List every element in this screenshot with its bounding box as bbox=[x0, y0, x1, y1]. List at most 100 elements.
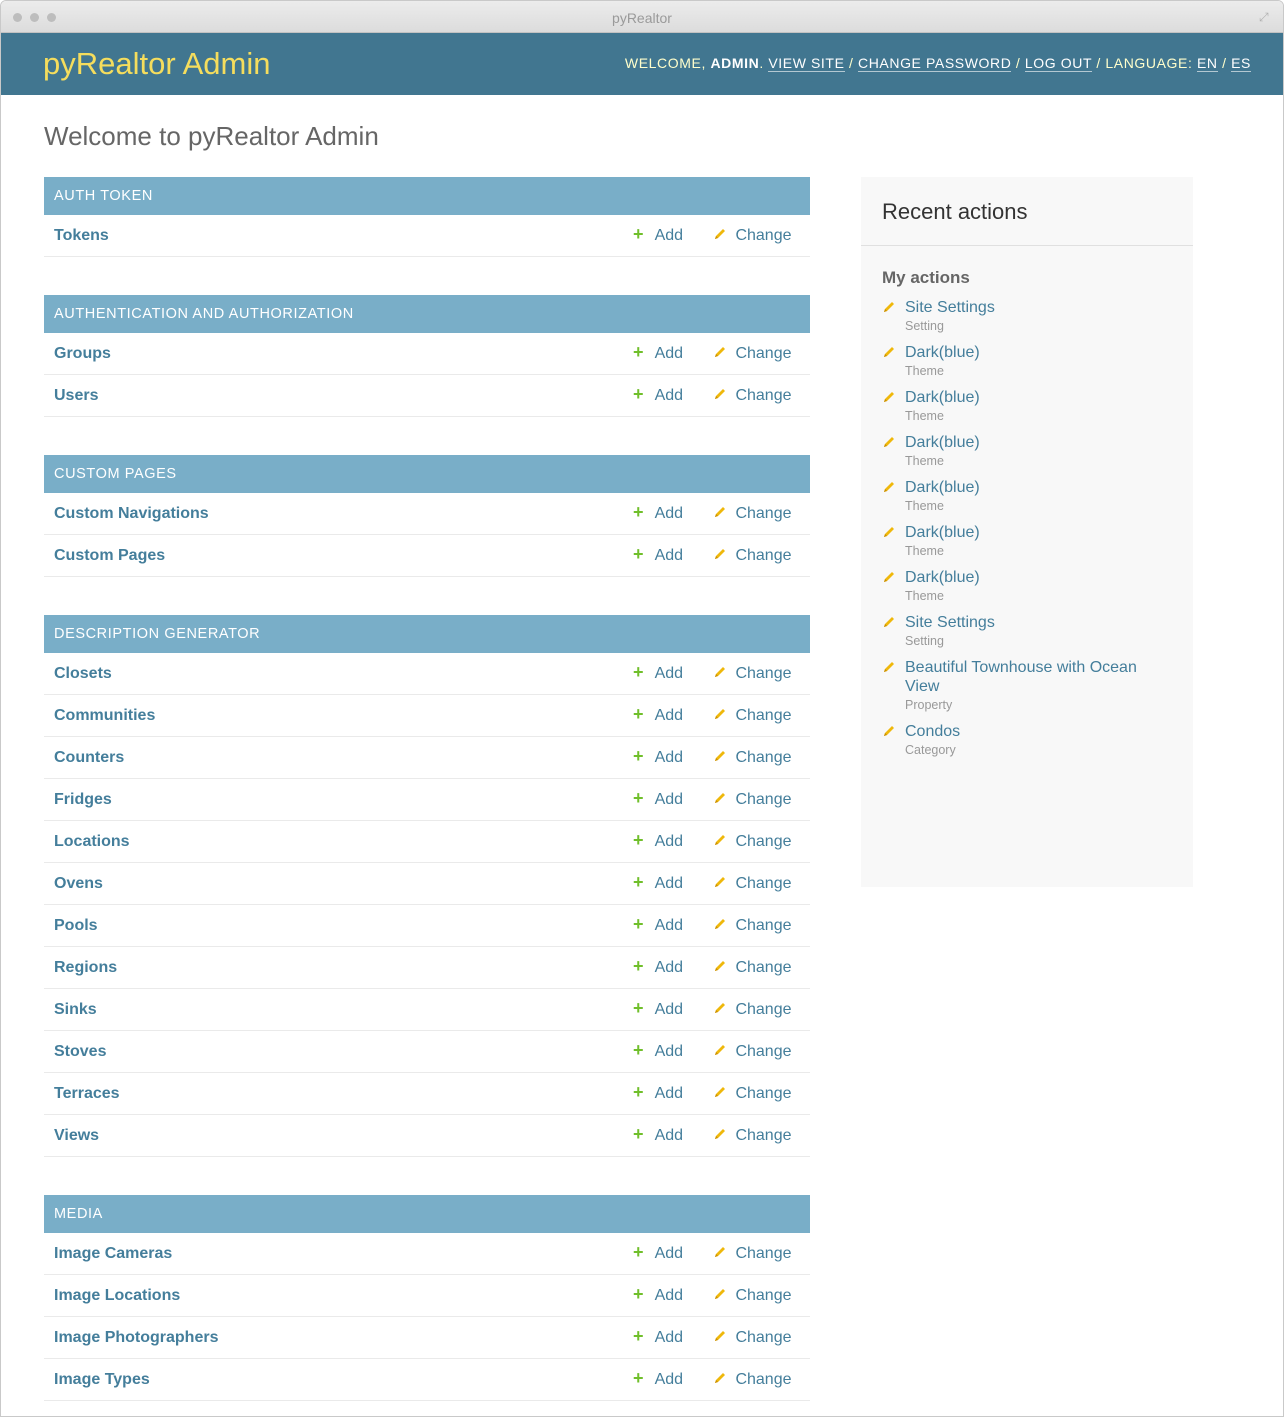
fullscreen-icon[interactable]: ⤢ bbox=[1259, 11, 1271, 23]
add-link[interactable]: + Add bbox=[633, 831, 683, 851]
change-link[interactable]: Change bbox=[713, 227, 792, 246]
change-link[interactable]: Change bbox=[713, 1001, 792, 1020]
change-label: Change bbox=[735, 665, 792, 682]
recent-action-link[interactable]: Site Settings bbox=[905, 298, 1172, 317]
change-link[interactable]: Change bbox=[713, 387, 792, 406]
change-link[interactable]: Change bbox=[713, 749, 792, 768]
model-link[interactable]: Users bbox=[54, 387, 98, 405]
recent-action-link[interactable]: Dark(blue) bbox=[905, 478, 1172, 497]
page-title: Welcome to pyRealtor Admin bbox=[44, 121, 379, 151]
recent-action-link[interactable]: Dark(blue) bbox=[905, 388, 1172, 407]
model-link[interactable]: Custom Navigations bbox=[54, 505, 209, 523]
add-link[interactable]: + Add bbox=[633, 1285, 683, 1305]
model-link[interactable]: Ovens bbox=[54, 875, 103, 893]
recent-action-link[interactable]: Condos bbox=[905, 722, 1172, 741]
change-link[interactable]: Change bbox=[713, 833, 792, 852]
add-link[interactable]: + Add bbox=[633, 705, 683, 725]
model-link[interactable]: Image Locations bbox=[54, 1287, 180, 1305]
model-link[interactable]: Regions bbox=[54, 959, 117, 977]
add-link[interactable]: + Add bbox=[633, 1041, 683, 1061]
view-site-link[interactable]: VIEW SITE bbox=[768, 55, 845, 72]
app-module: AUTHENTICATION AND AUTHORIZATION Groups + … bbox=[44, 295, 810, 417]
add-link[interactable]: + Add bbox=[633, 342, 683, 363]
change-link[interactable]: Change bbox=[713, 665, 792, 684]
model-link[interactable]: Counters bbox=[54, 749, 124, 767]
add-link[interactable]: + Add bbox=[633, 1083, 683, 1103]
change-link[interactable]: Change bbox=[713, 875, 792, 894]
plus-icon: + bbox=[633, 788, 644, 808]
language-en-link[interactable]: EN bbox=[1196, 55, 1218, 72]
recent-action-link[interactable]: Dark(blue) bbox=[905, 568, 1172, 587]
change-link[interactable]: Change bbox=[713, 1127, 792, 1146]
model-link[interactable]: Sinks bbox=[54, 1001, 97, 1019]
change-link[interactable]: Change bbox=[713, 547, 792, 566]
module-caption[interactable]: DESCRIPTION GENERATOR bbox=[44, 615, 810, 653]
recent-action-link[interactable]: Dark(blue) bbox=[905, 343, 1172, 362]
change-link[interactable]: Change bbox=[713, 1245, 792, 1264]
change-link[interactable]: Change bbox=[713, 791, 792, 810]
model-link[interactable]: Tokens bbox=[54, 227, 109, 245]
change-link[interactable]: Change bbox=[713, 1085, 792, 1104]
pencil-icon bbox=[713, 1127, 731, 1146]
recent-action-link[interactable]: Beautiful Townhouse with Ocean View bbox=[905, 658, 1172, 696]
add-link[interactable]: + Add bbox=[633, 663, 683, 683]
add-link[interactable]: + Add bbox=[633, 1125, 683, 1145]
pencil-icon bbox=[713, 875, 731, 894]
module-caption[interactable]: MEDIA bbox=[44, 1195, 810, 1233]
change-link[interactable]: Change bbox=[713, 345, 792, 364]
change-link[interactable]: Change bbox=[713, 959, 792, 978]
add-link[interactable]: + Add bbox=[633, 503, 683, 523]
window-titlebar: pyRealtor ⤢ bbox=[1, 1, 1283, 33]
add-link[interactable]: + Add bbox=[633, 1243, 683, 1263]
recent-action-item: Condos Category bbox=[882, 722, 1172, 757]
recent-action-link[interactable]: Dark(blue) bbox=[905, 523, 1172, 542]
model-link[interactable]: Image Cameras bbox=[54, 1245, 172, 1263]
change-link[interactable]: Change bbox=[713, 1287, 792, 1306]
pencil-icon bbox=[713, 665, 731, 684]
add-link[interactable]: + Add bbox=[633, 1369, 683, 1389]
model-link[interactable]: Terraces bbox=[54, 1085, 120, 1103]
add-link[interactable]: + Add bbox=[633, 385, 683, 405]
model-link[interactable]: Closets bbox=[54, 665, 112, 683]
change-link[interactable]: Change bbox=[713, 917, 792, 936]
module-caption[interactable]: AUTH TOKEN bbox=[44, 177, 810, 215]
module-caption[interactable]: CUSTOM PAGES bbox=[44, 455, 810, 493]
change-label: Change bbox=[735, 1043, 792, 1060]
add-link[interactable]: + Add bbox=[633, 915, 683, 935]
model-link[interactable]: Image Types bbox=[54, 1371, 150, 1389]
model-link[interactable]: Locations bbox=[54, 833, 130, 851]
language-es-link[interactable]: ES bbox=[1231, 55, 1251, 72]
model-link[interactable]: Views bbox=[54, 1127, 99, 1145]
recent-action-link[interactable]: Site Settings bbox=[905, 613, 1172, 632]
change-link[interactable]: Change bbox=[713, 1329, 792, 1348]
change-link[interactable]: Change bbox=[713, 505, 792, 524]
model-link[interactable]: Communities bbox=[54, 707, 155, 725]
change-label: Change bbox=[735, 1371, 792, 1388]
change-label: Change bbox=[735, 1329, 792, 1346]
model-link[interactable]: Stoves bbox=[54, 1043, 106, 1061]
change-link[interactable]: Change bbox=[713, 1043, 792, 1062]
add-link[interactable]: + Add bbox=[633, 999, 683, 1019]
add-link[interactable]: + Add bbox=[633, 873, 683, 893]
change-link[interactable]: Change bbox=[713, 707, 792, 726]
add-link[interactable]: + Add bbox=[633, 747, 683, 767]
add-link[interactable]: + Add bbox=[633, 788, 683, 809]
add-link[interactable]: + Add bbox=[633, 545, 683, 565]
change-label: Change bbox=[735, 1245, 792, 1262]
model-link[interactable]: Image Photographers bbox=[54, 1329, 218, 1347]
add-link[interactable]: + Add bbox=[633, 957, 683, 977]
change-link[interactable]: Change bbox=[713, 1371, 792, 1390]
recent-action-link[interactable]: Dark(blue) bbox=[905, 433, 1172, 452]
model-link[interactable]: Groups bbox=[54, 345, 111, 363]
add-link[interactable]: + Add bbox=[633, 1327, 683, 1347]
pencil-icon bbox=[713, 505, 731, 524]
model-link[interactable]: Pools bbox=[54, 917, 98, 935]
add-link[interactable]: + Add bbox=[633, 225, 683, 245]
site-brand[interactable]: pyRealtor Admin bbox=[43, 46, 270, 82]
plus-icon: + bbox=[633, 342, 644, 362]
model-link[interactable]: Fridges bbox=[54, 791, 112, 809]
change-password-link[interactable]: CHANGE PASSWORD bbox=[858, 55, 1012, 72]
model-link[interactable]: Custom Pages bbox=[54, 547, 165, 565]
module-caption[interactable]: AUTHENTICATION AND AUTHORIZATION bbox=[44, 295, 810, 333]
log-out-link[interactable]: LOG OUT bbox=[1024, 55, 1092, 72]
